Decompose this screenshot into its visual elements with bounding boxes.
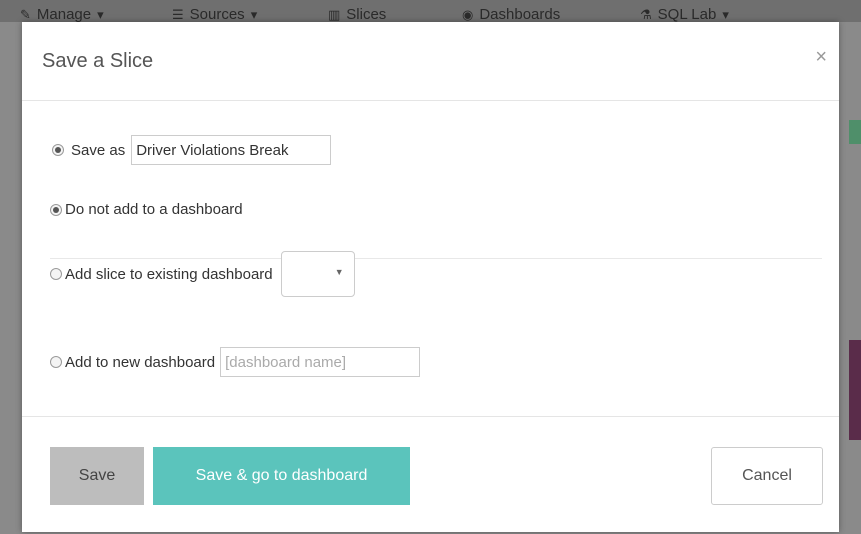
close-icon: × [815,46,827,68]
nav-sources-label: Sources [189,6,245,22]
chevron-down-icon: ▾ [250,6,258,22]
top-navbar: ✎ Manage ▾ ☰ Sources ▾ ▥ Slices ◉ Dashbo… [0,0,861,22]
modal-body: Save as Do not add to a dashboard Add sl… [22,101,839,416]
save-as-radio[interactable] [52,144,64,156]
modal-title: Save a Slice [42,50,154,72]
background-panel-edge [849,120,861,144]
database-icon: ☰ [172,6,184,22]
save-button[interactable]: Save [50,447,144,505]
nav-dashboards[interactable]: ◉ Dashboards [462,6,560,22]
no-dashboard-label: Do not add to a dashboard [65,201,243,218]
flask-icon: ⚗ [640,6,652,22]
bar-chart-icon: ▥ [328,6,341,22]
new-dashboard-radio[interactable] [50,356,62,368]
background-panel-edge [849,340,861,440]
nav-slices[interactable]: ▥ Slices [328,6,386,22]
cancel-button[interactable]: Cancel [711,447,823,505]
chevron-down-icon: ▾ [97,6,104,22]
save-as-row: Save as [52,135,332,165]
nav-slices-label: Slices [346,6,387,22]
wrench-icon: ✎ [20,6,31,22]
chevron-down-icon: ▾ [722,6,729,22]
existing-dashboard-radio[interactable] [50,268,62,280]
save-and-go-button[interactable]: Save & go to dashboard [153,447,410,505]
nav-manage[interactable]: ✎ Manage ▾ [20,6,104,22]
existing-dashboard-row: Add slice to existing dashboard ▼ [50,251,355,297]
nav-dashboards-label: Dashboards [479,6,561,22]
modal-header: Save a Slice × [22,22,839,101]
no-dashboard-row: Do not add to a dashboard [50,201,243,218]
nav-sql-lab-label: SQL Lab [657,6,717,22]
new-dashboard-label: Add to new dashboard [65,353,216,371]
save-as-label: Save as [71,141,126,159]
existing-dashboard-select[interactable]: ▼ [280,251,355,297]
save-slice-modal: Save a Slice × Save as Do not add to a d… [22,22,839,532]
nav-sources[interactable]: ☰ Sources ▾ [172,6,257,22]
no-dashboard-radio[interactable] [50,203,62,216]
existing-dashboard-label: Add slice to existing dashboard [65,265,273,283]
new-dashboard-row: Add to new dashboard [50,347,421,377]
caret-down-icon: ▼ [334,267,344,277]
new-dashboard-name-input[interactable] [220,347,421,377]
slice-name-input[interactable] [131,135,332,165]
nav-manage-label: Manage [36,6,92,22]
nav-sql-lab[interactable]: ⚗ SQL Lab ▾ [640,6,729,22]
modal-footer: Save Save & go to dashboard Cancel [22,416,839,533]
close-button[interactable]: × [815,46,827,69]
dashboard-icon: ◉ [462,6,474,22]
